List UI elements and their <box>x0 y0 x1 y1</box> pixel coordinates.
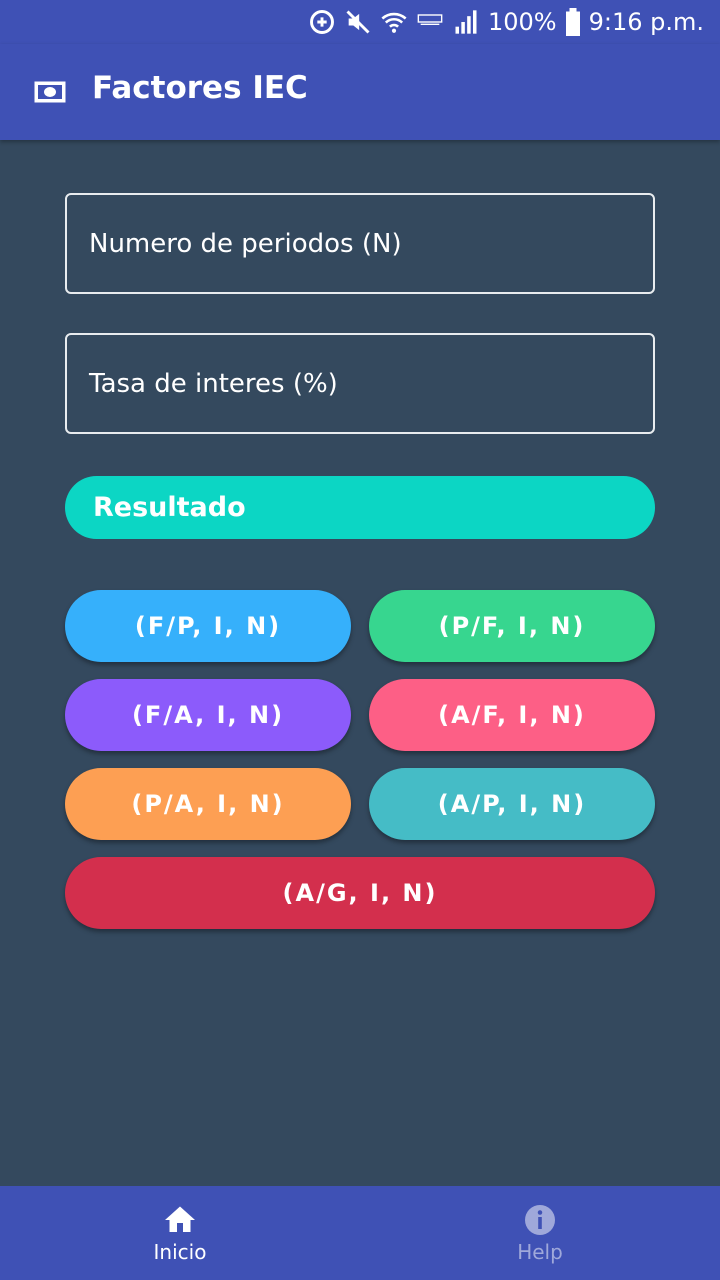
page-title: Factores IEC <box>92 70 308 106</box>
factor-label: (F/P, I, N) <box>134 612 282 640</box>
bottom-nav: Inicio Help <box>0 1186 720 1280</box>
clock: 9:16 p.m. <box>588 8 704 36</box>
nav-label: Inicio <box>153 1240 207 1264</box>
battery-percent: 100% <box>487 8 557 36</box>
nav-item-help[interactable]: Help <box>360 1186 720 1280</box>
money-icon <box>34 81 66 103</box>
data-saver-icon <box>310 10 334 34</box>
rate-placeholder: Tasa de interes (%) <box>89 368 338 399</box>
home-icon <box>165 1206 195 1232</box>
factor-label: (A/P, I, N) <box>437 790 587 818</box>
factor-pf-button[interactable]: (P/F, I, N) <box>369 590 655 662</box>
factor-fa-button[interactable]: (F/A, I, N) <box>65 679 351 751</box>
app-bar: Factores IEC <box>0 44 720 140</box>
nav-label: Help <box>517 1240 563 1264</box>
factor-label: (P/F, I, N) <box>438 612 586 640</box>
factor-ag-button[interactable]: (A/G, I, N) <box>65 857 655 929</box>
factor-label: (P/A, I, N) <box>131 790 285 818</box>
factor-label: (A/F, I, N) <box>438 701 586 729</box>
factor-ap-button[interactable]: (A/P, I, N) <box>369 768 655 840</box>
wifi-icon <box>381 12 407 33</box>
factor-af-button[interactable]: (A/F, I, N) <box>369 679 655 751</box>
interest-rate-input[interactable]: Tasa de interes (%) <box>65 333 655 434</box>
periods-input[interactable]: Numero de periodos (N) <box>65 193 655 294</box>
info-icon <box>525 1205 555 1235</box>
signal-icon <box>455 10 477 34</box>
periods-placeholder: Numero de periodos (N) <box>89 228 402 259</box>
factor-label: (F/A, I, N) <box>131 701 285 729</box>
factor-fp-button[interactable]: (F/P, I, N) <box>65 590 351 662</box>
result-label: Resultado <box>93 492 246 523</box>
mute-icon <box>346 10 370 34</box>
lte-icon <box>417 14 443 26</box>
nav-item-inicio[interactable]: Inicio <box>0 1186 360 1280</box>
result-field: Resultado <box>65 476 655 539</box>
factor-pa-button[interactable]: (P/A, I, N) <box>65 768 351 840</box>
factor-label: (A/G, I, N) <box>282 879 438 907</box>
status-bar: 100% 9:16 p.m. <box>0 0 720 44</box>
battery-icon <box>565 8 580 36</box>
